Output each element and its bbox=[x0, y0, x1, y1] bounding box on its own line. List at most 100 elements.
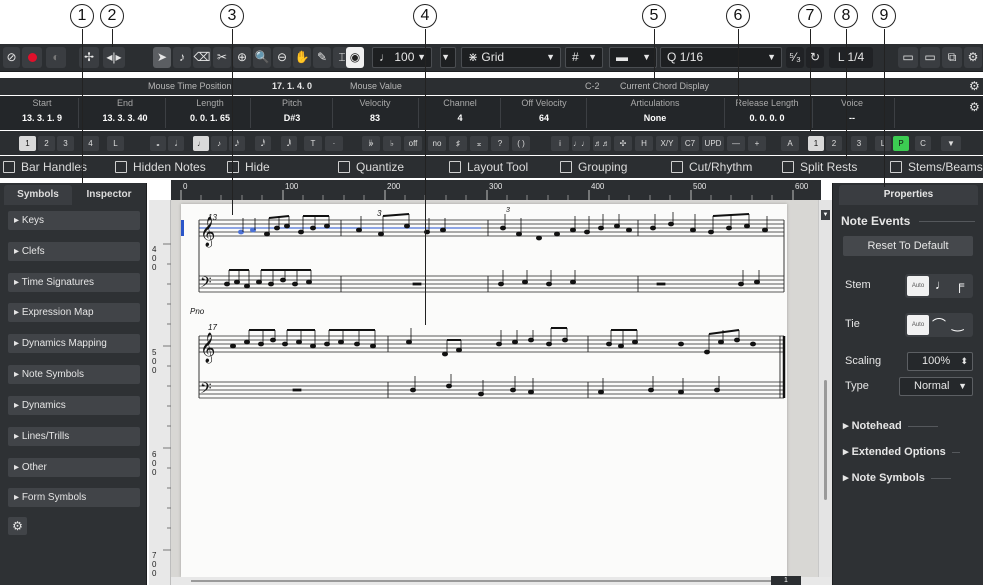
checkbox[interactable] bbox=[782, 161, 794, 173]
type-select[interactable]: Normal ▼ bbox=[899, 377, 973, 396]
filter-cut-rhythm[interactable]: Cut/Rhythm bbox=[671, 159, 752, 175]
score-page[interactable]: 13 17 Pno 3 3 𝄞 𝄢 𝄞 𝄢 bbox=[181, 204, 787, 577]
enharmonic-no-button[interactable]: no bbox=[428, 136, 446, 151]
voice-button-4[interactable]: 4 bbox=[82, 136, 99, 151]
section-extended-options[interactable]: ▸ Extended Options bbox=[843, 445, 960, 458]
vertical-ruler[interactable]: 4 0 0 5 0 0 6 0 0 7 0 0 bbox=[149, 200, 171, 585]
tie-direction-selector[interactable]: Auto ⌒ ‿ bbox=[905, 313, 973, 337]
score-display[interactable]: 13 17 Pno 3 3 𝄞 𝄢 𝄞 𝄢 bbox=[171, 200, 821, 577]
voice-right-button-l[interactable]: L bbox=[875, 136, 891, 151]
checkbox[interactable] bbox=[449, 161, 461, 173]
solo-icon[interactable]: ⊘ bbox=[3, 47, 20, 68]
section-notehead[interactable]: ▸ Notehead bbox=[843, 419, 938, 432]
voice-button-l[interactable]: L bbox=[107, 136, 124, 151]
hide-button[interactable]: H bbox=[635, 136, 653, 151]
stem-up-icon[interactable]: ╒ bbox=[955, 277, 964, 292]
checkbox[interactable] bbox=[227, 161, 239, 173]
filter-stems-beams[interactable]: Stems/Beams bbox=[890, 159, 983, 175]
glue-tool-icon[interactable]: ⊕ bbox=[233, 47, 251, 68]
erase-tool-icon[interactable]: ⌫ bbox=[193, 47, 211, 68]
info-off-velocity[interactable]: Off Velocity 64 bbox=[510, 98, 578, 123]
half-note-button[interactable]: 𝅗𝅥 bbox=[168, 136, 184, 151]
info-voice[interactable]: Voice -- bbox=[822, 98, 882, 123]
grid-mode-select[interactable]: ⋇ Grid ▼ bbox=[461, 47, 561, 68]
checkbox[interactable] bbox=[338, 161, 350, 173]
scrollbar-thumb[interactable] bbox=[824, 380, 827, 500]
quarter-note-button[interactable]: ♩ bbox=[193, 136, 209, 151]
info-channel[interactable]: Channel 4 bbox=[430, 98, 490, 123]
symbol-section-time-signatures[interactable]: ▸ Time Signatures bbox=[8, 273, 140, 292]
whole-note-button[interactable]: 𝅝 bbox=[150, 136, 166, 151]
record-button[interactable] bbox=[22, 47, 42, 68]
filter-quantize[interactable]: Quantize bbox=[338, 159, 404, 175]
properties-tab[interactable]: Properties bbox=[839, 185, 978, 205]
chord-button[interactable]: C7 bbox=[681, 136, 699, 151]
iterative-quantize-icon[interactable]: ↻ bbox=[806, 47, 824, 68]
symbol-section-dynamics[interactable]: ▸ Dynamics bbox=[8, 396, 140, 415]
eighth-note-button[interactable]: ♪ bbox=[211, 136, 227, 151]
increase-button[interactable]: + bbox=[748, 136, 766, 151]
voice-button-1[interactable]: 1 bbox=[19, 136, 36, 151]
checkbox[interactable] bbox=[890, 161, 902, 173]
checkbox[interactable] bbox=[560, 161, 572, 173]
double-sharp-button[interactable]: 𝄪 bbox=[470, 136, 488, 151]
monitor-icon[interactable]: ◐ bbox=[46, 47, 66, 68]
checkbox[interactable] bbox=[115, 161, 127, 173]
thirtysecond-note-button[interactable]: 𝅘𝅥𝅰 bbox=[255, 136, 271, 151]
checkbox[interactable] bbox=[671, 161, 683, 173]
insert-note-tool-icon[interactable]: ♪ bbox=[173, 47, 191, 68]
zoom-tool-icon[interactable]: 🔍 bbox=[253, 47, 271, 68]
symbols-settings-gear-icon[interactable]: ⚙ bbox=[8, 517, 27, 535]
voice-right-button-1[interactable]: 1 bbox=[808, 136, 824, 151]
triplet-toggle[interactable]: ⁵⁄₃ bbox=[786, 47, 804, 68]
flat-button[interactable]: ♭ bbox=[383, 136, 401, 151]
reset-to-default-button[interactable]: Reset To Default bbox=[843, 236, 973, 256]
filter-hidden-notes[interactable]: Hidden Notes bbox=[115, 159, 206, 175]
filter-layout-tool[interactable]: Layout Tool bbox=[449, 159, 528, 175]
scissors-tool-icon[interactable]: ✂ bbox=[213, 47, 231, 68]
show-left-zone-icon[interactable]: ▭ bbox=[898, 47, 918, 68]
horizontal-scrollbar[interactable]: 1 bbox=[171, 576, 831, 585]
voice-button-2[interactable]: 2 bbox=[38, 136, 55, 151]
tab-inspector[interactable]: Inspector bbox=[74, 185, 144, 205]
symbol-section-form-symbols[interactable]: ▸ Form Symbols bbox=[8, 488, 140, 507]
sharp-button[interactable]: ♯ bbox=[449, 136, 467, 151]
hand-tool-icon[interactable]: ✋ bbox=[293, 47, 311, 68]
triplet-button[interactable]: T bbox=[304, 136, 322, 151]
auto-layout-button[interactable]: A bbox=[781, 136, 799, 151]
horizontal-ruler[interactable]: 0 100 200 300 400 500 600 bbox=[171, 180, 821, 200]
double-flat-button[interactable]: 𝄫 bbox=[362, 136, 380, 151]
enharmonic-off-button[interactable]: off bbox=[404, 136, 422, 151]
info-release-length[interactable]: Release Length 0. 0. 0. 0 bbox=[730, 98, 804, 123]
status-gear-icon[interactable]: ⚙ bbox=[969, 79, 980, 93]
stem-down-icon[interactable]: ♩ bbox=[935, 277, 948, 292]
voice-button-3[interactable]: 3 bbox=[57, 136, 74, 151]
stepper-icon[interactable]: ⬍ bbox=[960, 353, 968, 370]
move-button[interactable]: ✣ bbox=[614, 136, 632, 151]
scroll-menu-button[interactable]: ▼ bbox=[821, 210, 830, 220]
zoom-out-tool-icon[interactable]: ⊖ bbox=[273, 47, 291, 68]
dotted-button[interactable]: · bbox=[325, 136, 343, 151]
independent-track-loop-icon[interactable]: ◉ bbox=[346, 47, 364, 68]
snap-type-select[interactable]: ▼ bbox=[440, 47, 456, 68]
symbol-section-keys[interactable]: ▸ Keys bbox=[8, 211, 140, 230]
length-quantize-field[interactable]: L 1/4 bbox=[829, 47, 873, 68]
info-button[interactable]: i bbox=[551, 136, 569, 151]
accidental-question-button[interactable]: ? bbox=[491, 136, 509, 151]
filter-bar-handles[interactable]: Bar Handles bbox=[3, 159, 87, 175]
flip-button[interactable]: X/Y bbox=[656, 136, 678, 151]
page-number-field[interactable]: 1 bbox=[771, 576, 801, 585]
strip-dropdown-button[interactable]: ▼ bbox=[941, 136, 961, 151]
accidental-parentheses-button[interactable]: ( ) bbox=[512, 136, 530, 151]
scrollbar-thumb[interactable] bbox=[191, 580, 771, 582]
stem-auto-option[interactable]: Auto bbox=[907, 276, 929, 296]
section-note-symbols[interactable]: ▸ Note Symbols bbox=[843, 471, 951, 484]
draw-tool-icon[interactable]: ✎ bbox=[313, 47, 331, 68]
tie-auto-option[interactable]: Auto bbox=[907, 315, 929, 335]
info-pitch[interactable]: Pitch D#3 bbox=[262, 98, 322, 123]
symbol-section-expression-map[interactable]: ▸ Expression Map bbox=[8, 303, 140, 322]
symbol-section-clefs[interactable]: ▸ Clefs bbox=[8, 242, 140, 261]
filter-grouping[interactable]: Grouping bbox=[560, 159, 627, 175]
scaling-field[interactable]: 100% ⬍ bbox=[907, 352, 973, 371]
stem-direction-selector[interactable]: Auto ♩ ╒ bbox=[905, 274, 973, 298]
